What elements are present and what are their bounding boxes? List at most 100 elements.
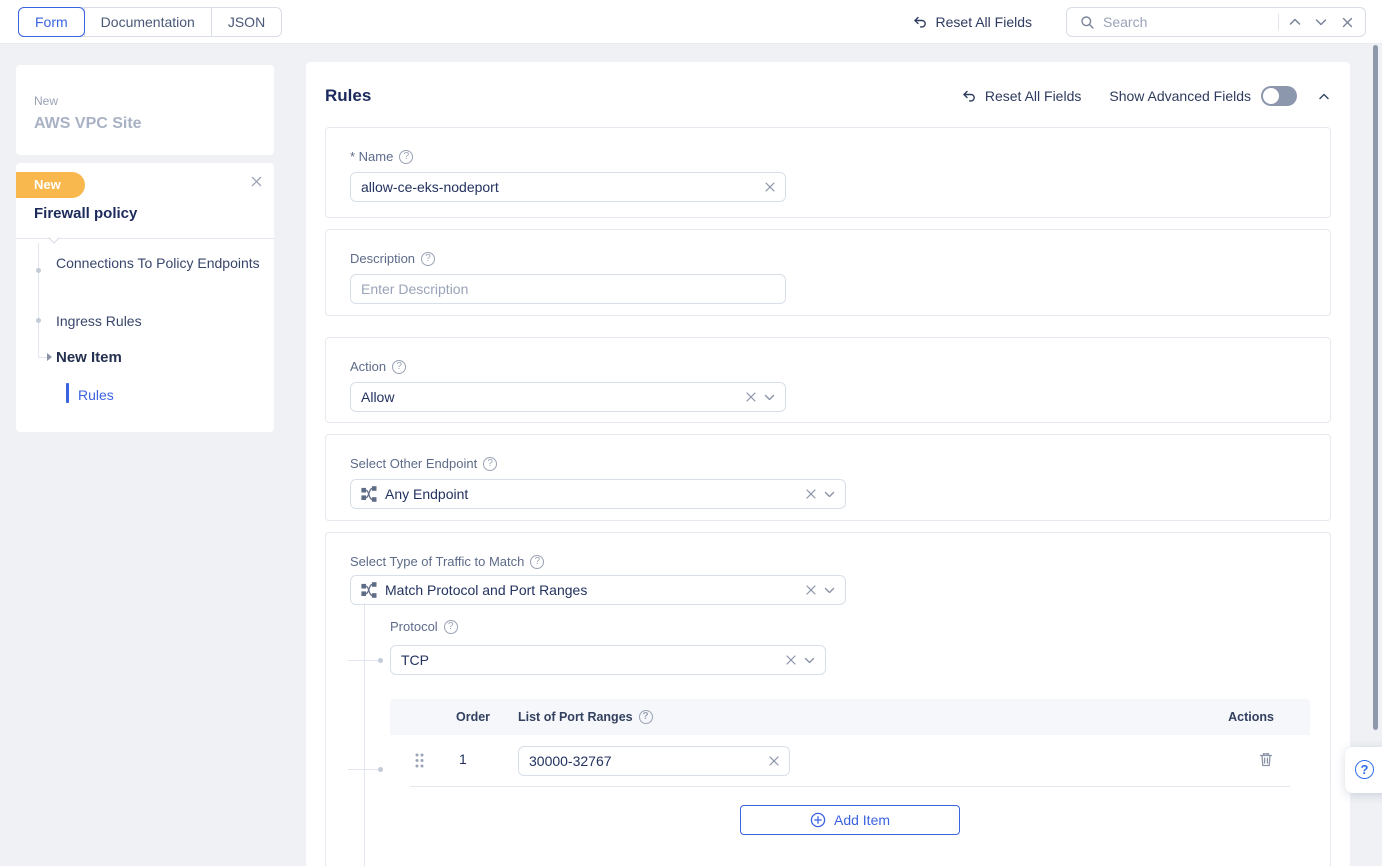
action-label: Action: [350, 359, 386, 374]
reset-all-fields-top-button[interactable]: Reset All Fields: [912, 14, 1032, 30]
clear-icon[interactable]: [806, 585, 816, 595]
column-header-order: Order: [456, 699, 490, 735]
clear-icon[interactable]: [806, 489, 816, 499]
action-select-value: Allow: [361, 389, 738, 405]
question-circle-icon: [1355, 760, 1374, 779]
undo-icon: [961, 88, 977, 104]
tree-elbow-line: [38, 357, 47, 358]
action-select[interactable]: Allow: [350, 382, 786, 412]
other-endpoint-select[interactable]: Any Endpoint: [350, 479, 846, 509]
help-icon[interactable]: [530, 555, 544, 569]
protocol-label-row: Protocol: [390, 619, 458, 634]
help-icon[interactable]: [483, 457, 497, 471]
caret-right-icon[interactable]: [47, 353, 52, 361]
add-item-button[interactable]: Add Item: [740, 805, 960, 835]
clear-icon[interactable]: [765, 182, 775, 192]
search-input[interactable]: [1103, 14, 1272, 30]
topbar-right-cluster: Reset All Fields: [912, 7, 1366, 37]
delete-row-icon[interactable]: [1258, 751, 1274, 768]
port-range-input-wrap: [518, 746, 790, 776]
name-input[interactable]: [361, 179, 757, 195]
description-input-wrap: [350, 274, 786, 304]
clear-icon[interactable]: [786, 655, 796, 665]
view-tab-group: Form Documentation JSON: [18, 7, 282, 37]
nested-branch-line: [348, 769, 380, 770]
vertical-scrollbar[interactable]: [1373, 45, 1378, 730]
traffic-select-value: Match Protocol and Port Ranges: [385, 582, 798, 598]
plus-circle-icon: [810, 812, 826, 828]
description-label-row: Description: [350, 251, 435, 266]
help-icon[interactable]: [421, 252, 435, 266]
branch-nodes-icon: [361, 486, 377, 502]
rules-panel: Rules Reset All Fields Show Advanced Fie…: [306, 62, 1350, 866]
description-field-card: Description: [325, 229, 1331, 316]
parent-title: AWS VPC Site: [34, 115, 142, 133]
chevron-down-icon[interactable]: [764, 394, 775, 401]
help-icon[interactable]: [399, 150, 413, 164]
sidebar-item-ingress-rules[interactable]: Ingress Rules: [56, 311, 261, 332]
port-ranges-table: Order List of Port Ranges Actions 1: [390, 699, 1310, 787]
show-advanced-fields-toggle[interactable]: [1261, 86, 1297, 106]
tab-json[interactable]: JSON: [211, 8, 281, 36]
name-field-card: * Name: [325, 127, 1331, 218]
add-item-label: Add Item: [834, 812, 890, 828]
help-fab-button[interactable]: [1345, 747, 1382, 793]
help-icon[interactable]: [444, 620, 458, 634]
drag-handle-icon[interactable]: [414, 752, 425, 769]
panel-header: Rules Reset All Fields Show Advanced Fie…: [325, 84, 1329, 108]
table-row: 1: [390, 735, 1310, 787]
sidebar-item-connections[interactable]: Connections To Policy Endpoints: [56, 253, 261, 274]
description-input[interactable]: [361, 281, 775, 297]
chevron-down-icon[interactable]: [824, 491, 835, 498]
protocol-label: Protocol: [390, 619, 438, 634]
nested-bullet-icon: [378, 767, 383, 772]
toggle-knob: [1263, 88, 1279, 104]
chevron-down-icon[interactable]: [824, 587, 835, 594]
reset-all-fields-label: Reset All Fields: [936, 14, 1032, 30]
clear-icon[interactable]: [746, 392, 756, 402]
clear-icon[interactable]: [769, 756, 779, 766]
search-prev-icon[interactable]: [1285, 12, 1305, 32]
other-endpoint-select-value: Any Endpoint: [385, 486, 798, 502]
tab-form[interactable]: Form: [18, 7, 85, 37]
show-advanced-fields-label: Show Advanced Fields: [1109, 88, 1251, 104]
sidebar-current-card: New Firewall policy Connections To Polic…: [16, 163, 274, 432]
reset-all-fields-button[interactable]: Reset All Fields: [961, 88, 1081, 104]
search-divider: [1278, 14, 1279, 30]
parent-eyebrow: New: [34, 94, 58, 108]
protocol-select[interactable]: TCP: [390, 645, 826, 675]
description-label: Description: [350, 251, 415, 266]
nested-bullet-icon: [378, 658, 383, 663]
row-divider: [410, 786, 1290, 787]
other-endpoint-label: Select Other Endpoint: [350, 456, 477, 471]
action-label-row: Action: [350, 359, 406, 374]
branch-nodes-icon: [361, 582, 377, 598]
column-header-ranges: List of Port Ranges: [518, 699, 653, 735]
tab-documentation[interactable]: Documentation: [84, 8, 211, 36]
help-icon[interactable]: [392, 360, 406, 374]
name-input-wrap: [350, 172, 786, 202]
collapse-section-icon[interactable]: [1319, 93, 1329, 100]
help-icon[interactable]: [639, 710, 653, 724]
chevron-down-icon[interactable]: [804, 657, 815, 664]
table-header-row: Order List of Port Ranges Actions: [390, 699, 1310, 735]
sidebar-close-icon[interactable]: [251, 176, 262, 187]
sidebar-parent-card[interactable]: New AWS VPC Site: [16, 65, 274, 155]
name-label: * Name: [350, 149, 393, 164]
search-close-icon[interactable]: [1337, 12, 1357, 32]
traffic-select[interactable]: Match Protocol and Port Ranges: [350, 575, 846, 605]
top-bar: Form Documentation JSON Reset All Fields: [0, 0, 1382, 44]
tree-bullet-icon: [36, 268, 41, 273]
traffic-match-card: Select Type of Traffic to Match Match Pr…: [325, 532, 1331, 866]
tree-bullet-icon: [36, 318, 41, 323]
sidebar-item-rules[interactable]: Rules: [78, 385, 283, 406]
action-field-card: Action Allow: [325, 337, 1331, 423]
search-next-icon[interactable]: [1311, 12, 1331, 32]
tree-line: [38, 243, 39, 357]
traffic-label: Select Type of Traffic to Match: [350, 554, 524, 569]
nested-branch-line: [348, 660, 380, 661]
tree-root-notch: [48, 232, 59, 243]
sidebar-title: Firewall policy: [34, 205, 137, 222]
sidebar-item-new-item[interactable]: New Item: [56, 347, 261, 368]
port-range-input[interactable]: [529, 753, 761, 769]
